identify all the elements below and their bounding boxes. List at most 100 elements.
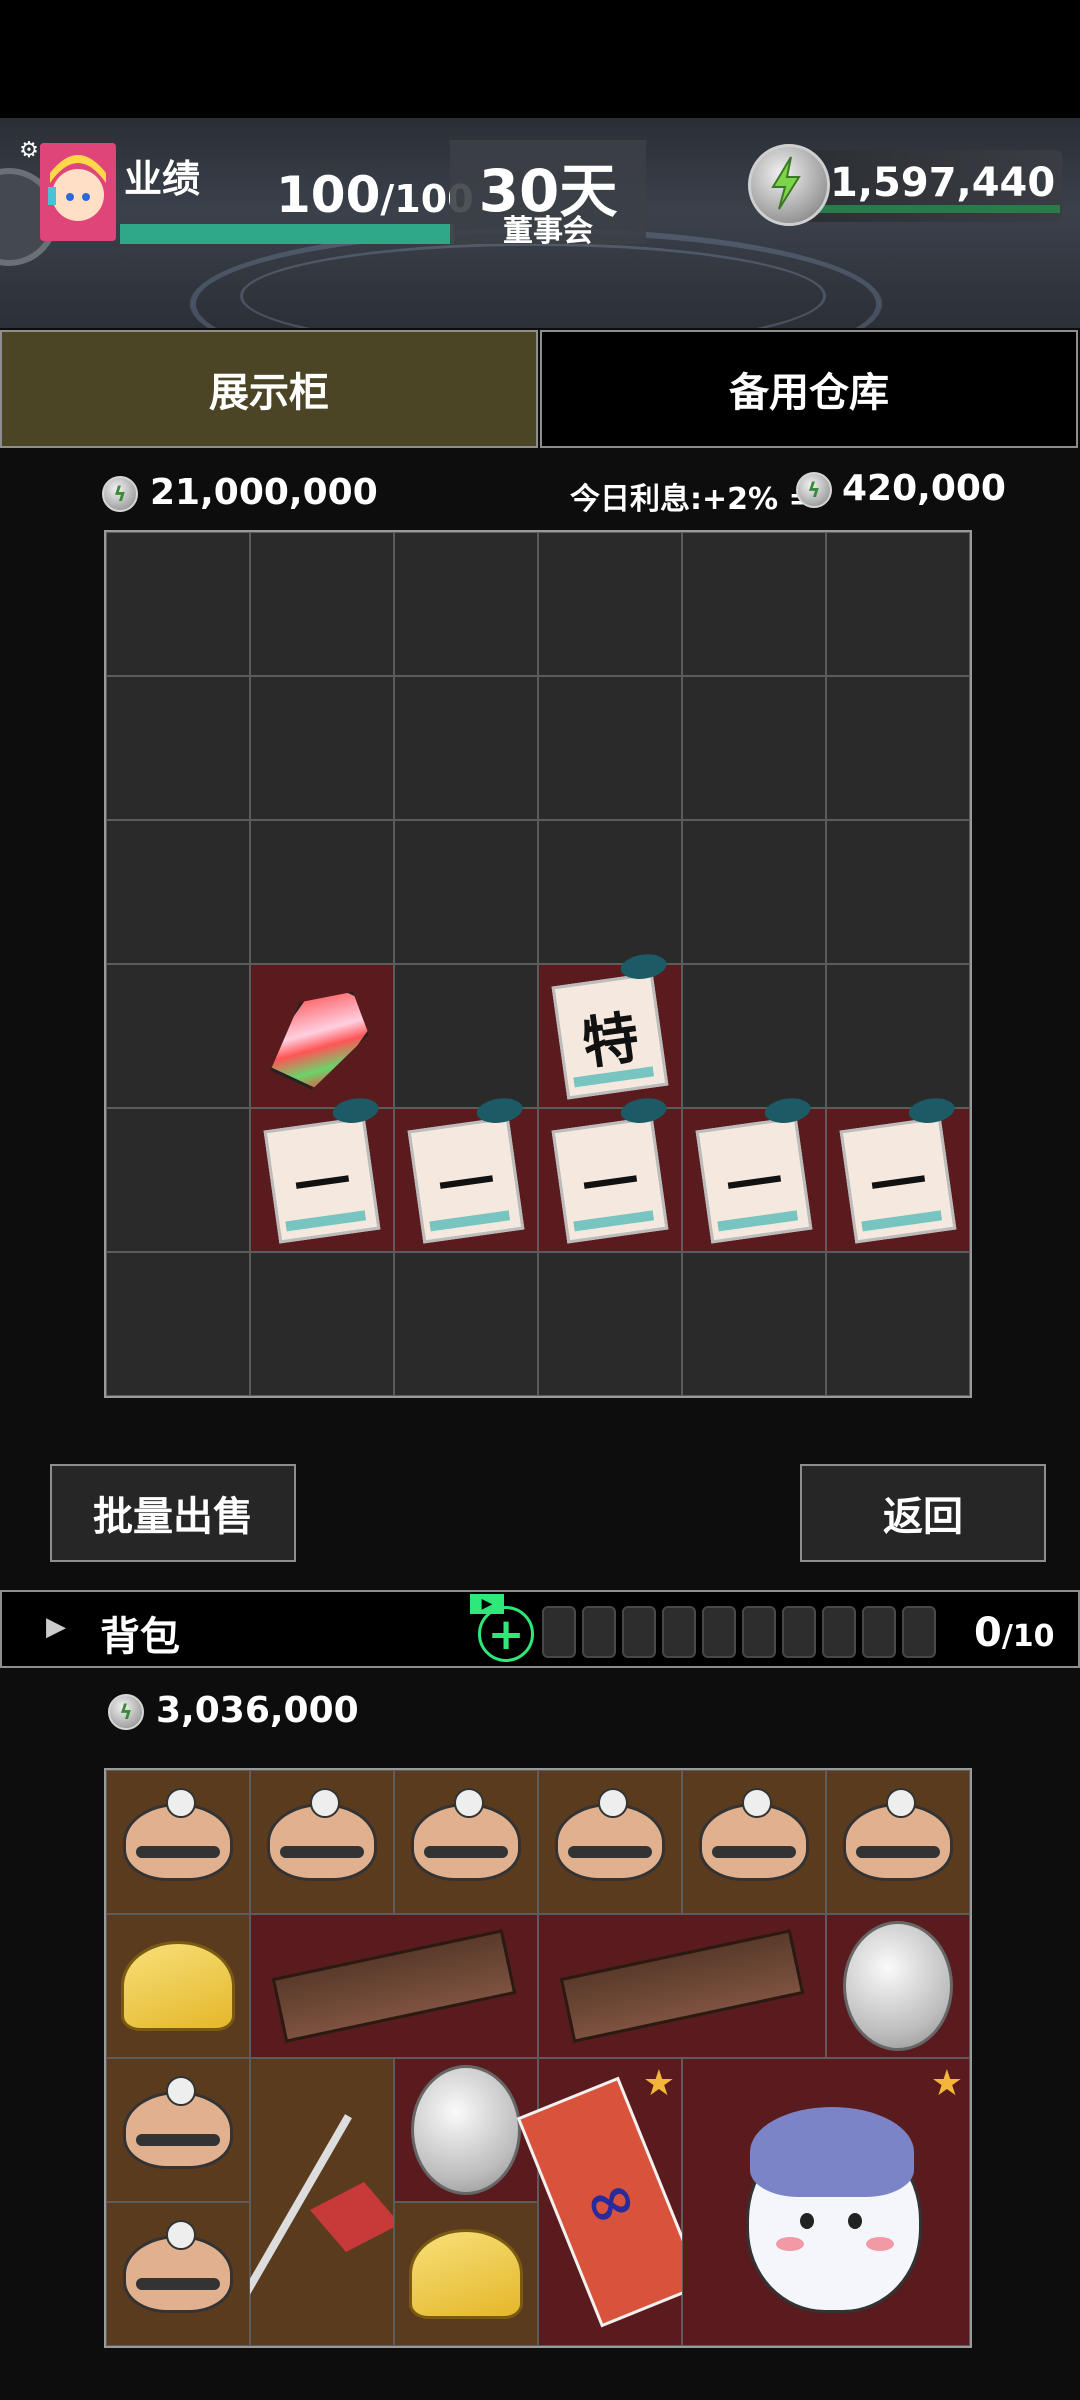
grid-cell[interactable] [538,532,682,676]
bun-item[interactable] [250,1770,394,1914]
ticket-char: 一 [578,1148,643,1222]
expand-arrow-icon[interactable]: ▶ [46,1612,66,1642]
bun-item[interactable] [106,1770,250,1914]
board-meeting-label: 董事会 [503,214,593,249]
status-bar [0,0,1080,118]
grid-cell[interactable] [682,820,826,964]
grid-cell[interactable] [682,676,826,820]
bun-item[interactable] [106,2058,250,2202]
grid-cell[interactable] [826,532,970,676]
bun-item[interactable] [826,1770,970,1914]
grid-cell[interactable] [106,676,250,820]
grid-cell[interactable] [682,964,826,1108]
grid-cell[interactable] [394,532,538,676]
ticket-char: 一 [722,1148,787,1222]
first-prize-ticket-item[interactable]: 一 [250,1095,394,1252]
bun-icon [123,1788,233,1881]
grid-cell[interactable] [394,964,538,1108]
gem-item[interactable] [250,964,394,1108]
backpack-grid: ∞ ★ ★ [104,1768,972,2348]
coin-balance-amount: 1,597,440 [830,160,1056,206]
grid-cell[interactable] [826,1252,970,1396]
first-prize-ticket-item[interactable]: 一 [826,1095,970,1252]
backpack-count-max: /10 [1001,1619,1055,1654]
board-meeting-countdown: 30天 董事会 [450,140,646,249]
empty-slot-pip [662,1606,696,1658]
tab-backup-warehouse[interactable]: 备用仓库 [540,330,1078,448]
wooden-box-item[interactable] [250,1914,538,2058]
cheese-item[interactable] [106,1914,250,2058]
cheese-icon [121,1941,235,2031]
grid-cell[interactable] [394,820,538,964]
grid-cell[interactable] [106,532,250,676]
grid-cell[interactable] [106,1252,250,1396]
star-icon: ★ [930,2063,963,2104]
grid-cell[interactable] [250,532,394,676]
star-icon: ★ [642,2063,675,2104]
display-total-value: 21,000,000 [150,472,378,513]
lightning-coin-icon [748,144,830,226]
wooden-box-item[interactable] [538,1914,826,2058]
first-prize-ticket-item[interactable]: 一 [682,1095,826,1252]
first-prize-ticket-item[interactable]: 一 [538,1095,682,1252]
first-prize-ticket-icon: 一 [839,1095,957,1244]
grid-cell[interactable] [826,964,970,1108]
ticket-char: 特 [578,1004,643,1078]
silver-coin-item[interactable] [826,1914,970,2058]
hammer-item[interactable] [240,2058,400,2346]
grid-cell[interactable] [682,1252,826,1396]
grid-cell[interactable] [826,676,970,820]
bun-item[interactable] [538,1770,682,1914]
grid-cell[interactable] [538,676,682,820]
silver-coin-icon [843,1921,953,2051]
cat-plush-item[interactable]: ★ [682,2058,970,2346]
bun-icon [267,1788,377,1881]
bun-item[interactable] [682,1770,826,1914]
first-prize-ticket-icon: 一 [695,1095,813,1244]
daily-interest-label: 今日利息:+2% = [570,482,814,517]
silver-coin-icon [411,2065,521,2195]
grid-cell[interactable] [106,1108,250,1252]
settings-gear-icon[interactable]: ⚙ [16,138,42,164]
empty-slot-pip [702,1606,736,1658]
meta-card-icon: ∞ [516,2076,704,2328]
rainbow-gem-icon [257,976,388,1096]
back-button[interactable]: 返回 [800,1464,1046,1562]
grid-cell[interactable] [250,676,394,820]
player-avatar[interactable] [40,143,116,241]
bun-icon [699,1788,809,1881]
coin-icon: ϟ [102,476,138,512]
meta-card-item[interactable]: ∞ ★ [516,2058,704,2346]
grid-cell[interactable] [682,532,826,676]
empty-slot-pip [822,1606,856,1658]
first-prize-ticket-item[interactable]: 一 [394,1095,538,1252]
bun-item[interactable] [106,2202,250,2346]
cheese-item[interactable] [394,2202,538,2346]
first-prize-ticket-icon: 一 [407,1095,525,1244]
grid-cell[interactable] [538,1252,682,1396]
cat-plush-icon [726,2087,926,2317]
grid-cell[interactable] [250,1252,394,1396]
bun-item[interactable] [394,1770,538,1914]
first-prize-ticket-icon: 一 [551,1095,669,1244]
grid-cell[interactable] [394,676,538,820]
bun-icon [411,1788,521,1881]
special-prize-ticket-item[interactable]: 特 [538,951,682,1108]
grid-cell[interactable] [250,820,394,964]
grid-cell[interactable] [106,820,250,964]
silver-coin-item[interactable] [394,2058,538,2202]
bun-icon [123,2220,233,2313]
ticket-char: 一 [434,1148,499,1222]
performance-label: 业绩 [124,157,201,201]
tab-display-cabinet[interactable]: 展示柜 [0,330,538,448]
backpack-capacity: 0/10 [974,1610,1055,1656]
bulk-sell-button[interactable]: 批量出售 [50,1464,296,1562]
grid-cell[interactable] [394,1252,538,1396]
empty-slot-pip [862,1606,896,1658]
bun-icon [843,1788,953,1881]
grid-cell[interactable] [538,820,682,964]
add-slot-button[interactable]: + [478,1606,534,1662]
grid-cell[interactable] [826,820,970,964]
grid-cell[interactable] [106,964,250,1108]
display-cabinet-grid: 特 一 一 一 一 一 [104,530,972,1398]
